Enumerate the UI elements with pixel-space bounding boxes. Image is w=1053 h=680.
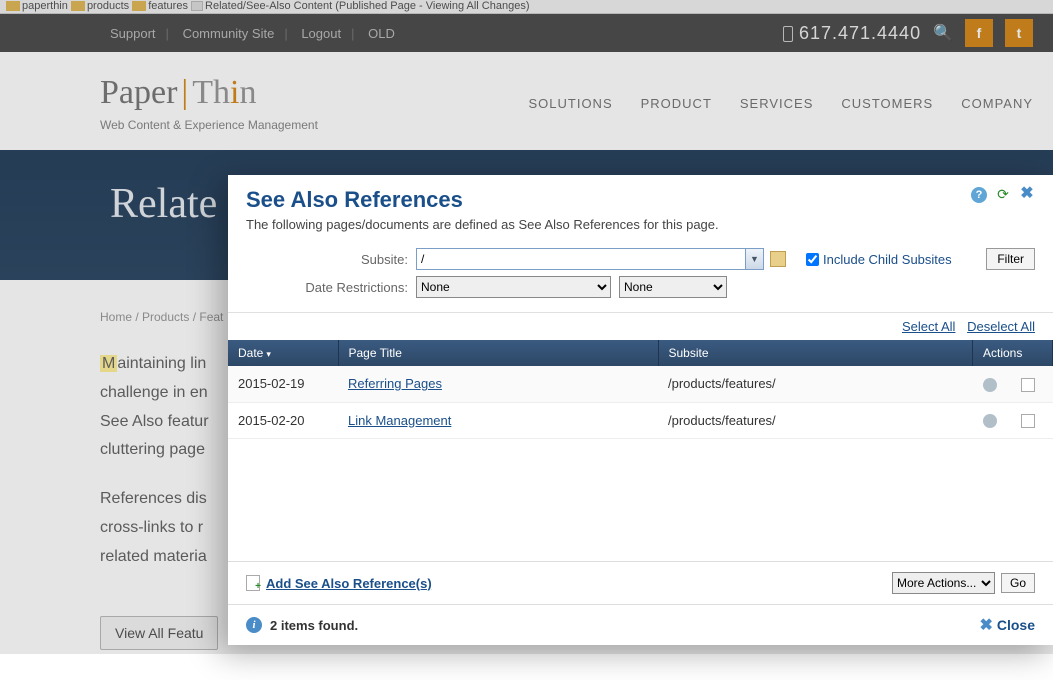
- row-checkbox[interactable]: [1021, 378, 1035, 392]
- view-page-icon[interactable]: [983, 414, 997, 428]
- col-subsite[interactable]: Subsite: [658, 340, 973, 366]
- close-icon[interactable]: ✖: [1019, 187, 1035, 203]
- col-actions[interactable]: Actions: [973, 340, 1053, 366]
- dialog-subtitle: The following pages/documents are define…: [246, 217, 719, 232]
- cell-subsite: /products/features/: [658, 402, 973, 439]
- dialog-title: See Also References: [246, 187, 719, 213]
- table-row: 2015-02-19 Referring Pages/products/featu…: [228, 366, 1053, 402]
- table-row: 2015-02-20 Link Management/products/featu…: [228, 402, 1053, 439]
- filter-panel: Subsite: ▼ Include Child Subsites Filter…: [228, 242, 1053, 313]
- add-icon: [246, 575, 260, 591]
- cell-date: 2015-02-20: [228, 402, 338, 439]
- include-child-subsites-checkbox[interactable]: [806, 253, 819, 266]
- add-see-also-reference-link[interactable]: Add See Also Reference(s): [266, 576, 432, 591]
- subsite-dropdown-button[interactable]: ▼: [746, 248, 764, 270]
- col-page-title[interactable]: Page Title: [338, 340, 658, 366]
- row-checkbox[interactable]: [1021, 414, 1035, 428]
- more-actions-select[interactable]: More Actions...: [892, 572, 995, 594]
- select-all-link[interactable]: Select All: [902, 319, 955, 334]
- subsite-input[interactable]: [416, 248, 746, 270]
- date-to-select[interactable]: None: [619, 276, 727, 298]
- view-page-icon[interactable]: [983, 378, 997, 392]
- help-icon[interactable]: ?: [971, 187, 987, 203]
- info-icon: i: [246, 617, 262, 633]
- status-text: 2 items found.: [270, 618, 358, 633]
- include-child-subsites-label[interactable]: Include Child Subsites: [823, 252, 952, 267]
- references-table: Date Page Title Subsite Actions 2015-02-…: [228, 340, 1053, 439]
- refresh-icon[interactable]: ⟳: [995, 187, 1011, 203]
- close-button[interactable]: ✖Close: [979, 615, 1035, 635]
- col-date[interactable]: Date: [228, 340, 338, 366]
- cell-date: 2015-02-19: [228, 366, 338, 402]
- date-restrictions-label: Date Restrictions:: [246, 280, 416, 295]
- cell-subsite: /products/features/: [658, 366, 973, 402]
- go-button[interactable]: Go: [1001, 573, 1035, 593]
- date-from-select[interactable]: None: [416, 276, 611, 298]
- page-title-link[interactable]: Link Management: [348, 413, 451, 428]
- subsite-label: Subsite:: [246, 252, 416, 267]
- page-title-link[interactable]: Referring Pages: [348, 376, 442, 391]
- see-also-references-dialog: See Also References The following pages/…: [228, 175, 1053, 645]
- deselect-all-link[interactable]: Deselect All: [967, 319, 1035, 334]
- browse-subsite-icon[interactable]: [770, 251, 786, 267]
- filter-button[interactable]: Filter: [986, 248, 1035, 270]
